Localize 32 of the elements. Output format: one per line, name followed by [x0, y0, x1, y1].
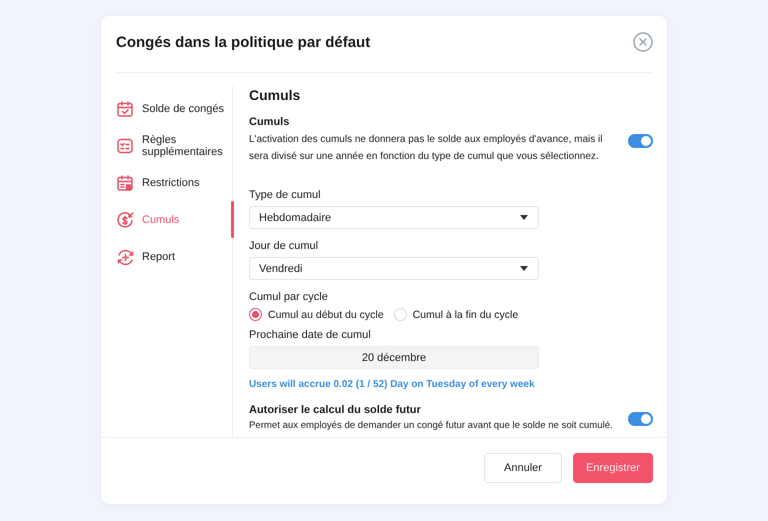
date-field[interactable]: 20 décembre — [249, 346, 539, 369]
setting-description: Permet aux employés de demander un congé futur avant que le solde ne soit cumulé. — [249, 419, 614, 433]
toggle-switch[interactable] — [628, 134, 653, 148]
caret-icon — [520, 215, 528, 220]
setting-title: Cumuls — [249, 116, 290, 128]
info-text: Users will accrue 0.02 (1 / 52) Day on Tuesday of every week — [249, 379, 536, 390]
dollar-cycle-icon — [116, 210, 134, 228]
cancel-button[interactable]: Annuler — [484, 453, 562, 483]
setting-title: Autoriser le calcul du solde futur — [249, 404, 422, 416]
caret-icon — [520, 266, 528, 271]
toggle-switch[interactable] — [628, 412, 653, 426]
calendar-icon — [116, 174, 134, 192]
field-label: Type de cumul — [249, 189, 322, 201]
field-label: Prochaine date de cumul — [249, 329, 372, 341]
radio-option[interactable]: Cumul au début du cycle — [249, 308, 384, 321]
checklist-icon — [116, 136, 134, 154]
sidebar-item[interactable]: Règles supplémentaires — [116, 127, 232, 164]
sidebar-item[interactable]: Report — [116, 238, 232, 275]
dropdown[interactable]: Hebdomadaire — [249, 206, 539, 229]
sidebar-item[interactable]: Cumuls — [116, 201, 232, 238]
sidebar-item[interactable]: Restrictions — [116, 164, 232, 201]
section-heading: Cumuls — [249, 87, 302, 103]
close-button[interactable] — [633, 32, 653, 52]
calendar-check-icon — [116, 100, 134, 118]
sidebar-item[interactable]: Solde de congés — [116, 90, 232, 127]
setting-description: L'activation des cumuls ne donnera pas le solde aux employés d'avance, mais il sera divisé sur une année en fonction du type de cumul que vous sélectionnez. — [249, 133, 604, 164]
dropdown[interactable]: Vendredi — [249, 257, 539, 280]
field-label: Jour de cumul — [249, 240, 320, 252]
dialog-title: Congés dans la politique par défaut — [116, 34, 370, 50]
field-label: Cumul par cycle — [249, 291, 329, 303]
radio-option[interactable]: Cumul à la fin du cycle — [394, 308, 518, 321]
plus-cycle-icon — [116, 248, 134, 266]
